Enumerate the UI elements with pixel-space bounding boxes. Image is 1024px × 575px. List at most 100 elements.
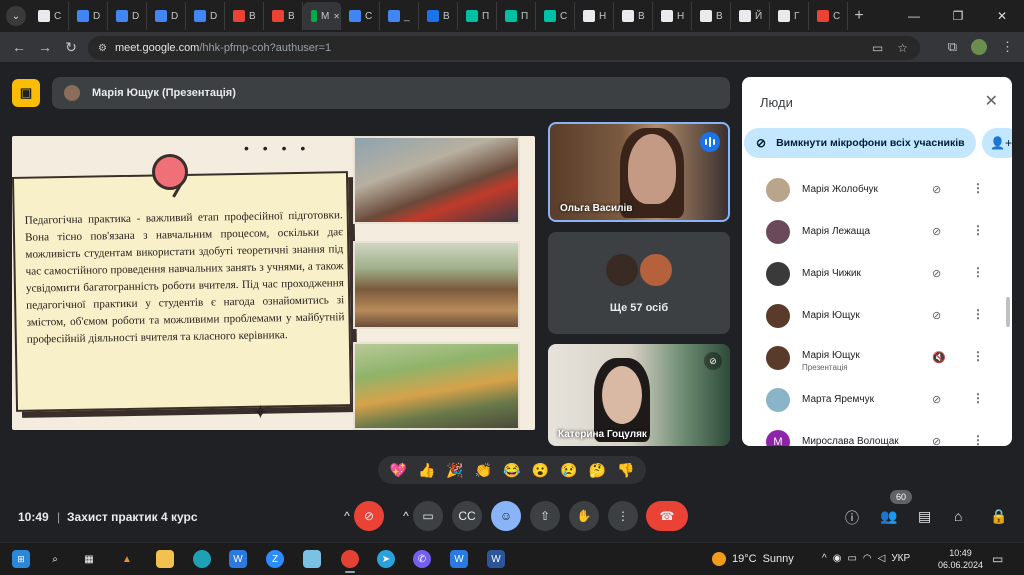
browser-tab[interactable]: П: [458, 2, 497, 30]
browser-tab[interactable]: С: [341, 2, 380, 30]
browser-tab[interactable]: С: [536, 2, 575, 30]
leave-call-button[interactable]: ☎: [646, 501, 688, 531]
browser-tab[interactable]: В: [264, 2, 303, 30]
reaction-emoji[interactable]: 🤔: [589, 462, 606, 479]
mic-off-icon[interactable]: ⊘: [932, 183, 941, 196]
browser-tab[interactable]: D: [186, 2, 225, 30]
browser-tab[interactable]: П: [497, 2, 536, 30]
panel-scrollbar[interactable]: [1006, 297, 1010, 327]
app-icon[interactable]: [303, 550, 321, 568]
forward-button[interactable]: →: [32, 39, 58, 55]
camera-icon[interactable]: ▭: [872, 41, 883, 55]
browser-tab[interactable]: _: [380, 2, 419, 30]
presentation-icon[interactable]: ▣: [12, 79, 40, 107]
url-bar[interactable]: ⚙ meet.google.com /hhk-pfmp-coh?authuser…: [88, 36, 920, 60]
profile-avatar[interactable]: [971, 39, 987, 55]
browser-tab[interactable]: М ✕: [303, 2, 341, 30]
reactions-button[interactable]: ☺: [491, 501, 521, 531]
minimize-button[interactable]: —: [892, 0, 936, 32]
app-w-icon[interactable]: W: [229, 550, 247, 568]
mute-all-button[interactable]: ⊘ Вимкнути мікрофони всіх учасників: [744, 128, 976, 158]
browser-tab[interactable]: D: [108, 2, 147, 30]
start-icon[interactable]: ⊞: [12, 550, 30, 568]
browser-tab[interactable]: В: [614, 2, 653, 30]
telegram-icon[interactable]: ➤: [377, 550, 395, 568]
mic-off-icon[interactable]: ⊘: [932, 435, 941, 446]
participant-row[interactable]: Марія Чижик ⊘ ⋮: [742, 253, 1012, 295]
notifications-icon[interactable]: ▭: [992, 552, 1003, 566]
tab-search-button[interactable]: ⌄: [6, 6, 26, 26]
browser-tab[interactable]: D: [147, 2, 186, 30]
info-icon[interactable]: ⓘ: [845, 508, 859, 528]
mic-off-icon[interactable]: ⊘: [932, 225, 941, 238]
more-vert-icon[interactable]: ⋮: [972, 265, 984, 279]
tray-chevron-icon[interactable]: ^: [822, 553, 827, 564]
more-vert-icon[interactable]: ⋮: [972, 307, 984, 321]
participant-row[interactable]: Марія Ющук Презентація 🔇 ⋮: [742, 337, 1012, 379]
edge-icon[interactable]: [193, 550, 211, 568]
vlc-icon[interactable]: ▲: [118, 550, 136, 568]
participant-tile-third[interactable]: ⊘ Катерина Гоцуляк: [548, 344, 730, 446]
camera-button[interactable]: ▭: [413, 501, 443, 531]
back-button[interactable]: ←: [6, 39, 32, 55]
chat-icon[interactable]: ▤: [918, 508, 931, 525]
browser-tab[interactable]: Й: [731, 2, 770, 30]
weather-widget[interactable]: 19°C Sunny: [712, 552, 794, 566]
search-icon[interactable]: ⌕: [46, 550, 64, 568]
more-vert-icon[interactable]: ⋮: [972, 433, 984, 446]
language-indicator[interactable]: УКР: [891, 553, 910, 564]
close-icon[interactable]: ✕: [985, 91, 998, 111]
more-vert-icon[interactable]: ⋮: [972, 349, 984, 363]
more-vert-icon[interactable]: ⋮: [972, 391, 984, 405]
mic-off-icon[interactable]: ⊘: [932, 393, 941, 406]
participant-row[interactable]: M Мирослава Волощак ⊘ ⋮: [742, 421, 1012, 446]
task-view-icon[interactable]: ▦: [80, 550, 98, 568]
word-icon[interactable]: W: [487, 550, 505, 568]
browser-tab[interactable]: В: [225, 2, 264, 30]
participant-tile-speaker[interactable]: Ольга Василів: [548, 122, 730, 222]
restore-button[interactable]: ❐: [936, 0, 980, 32]
more-options-button[interactable]: ⋮: [608, 501, 638, 531]
site-info-icon[interactable]: ⚙: [98, 43, 107, 54]
reaction-emoji[interactable]: 🎉: [446, 462, 463, 479]
participant-row[interactable]: Марія Ющук ⊘ ⋮: [742, 295, 1012, 337]
participant-row[interactable]: Марія Жолобчук ⊘ ⋮: [742, 169, 1012, 211]
present-button[interactable]: ⇧: [530, 501, 560, 531]
browser-menu-icon[interactable]: ⋮: [1001, 39, 1014, 55]
microphone-button[interactable]: ⊘: [354, 501, 384, 531]
close-tab-icon[interactable]: ✕: [333, 12, 340, 21]
zoom-icon[interactable]: Z: [266, 550, 284, 568]
participant-tile-more[interactable]: Ще 57 осіб: [548, 232, 730, 334]
reaction-emoji[interactable]: 😂: [503, 462, 520, 479]
browser-tab[interactable]: С: [809, 2, 848, 30]
host-controls-icon[interactable]: 🔒: [990, 508, 1007, 525]
browser-tab[interactable]: С: [30, 2, 69, 30]
add-people-button[interactable]: 👤+: [982, 128, 1012, 158]
reload-button[interactable]: ↻: [58, 39, 84, 56]
battery-icon[interactable]: ▭: [847, 553, 856, 564]
activities-icon[interactable]: ⌂: [954, 508, 962, 524]
more-vert-icon[interactable]: ⋮: [972, 181, 984, 195]
browser-tab[interactable]: В: [419, 2, 458, 30]
reaction-emoji[interactable]: 👍: [418, 462, 435, 479]
raise-hand-button[interactable]: ✋: [569, 501, 599, 531]
browser-tab[interactable]: D: [69, 2, 108, 30]
browser-tab[interactable]: Н: [575, 2, 614, 30]
reaction-emoji[interactable]: 👎: [617, 462, 634, 479]
people-icon[interactable]: 👥: [880, 508, 897, 525]
new-tab-button[interactable]: +: [848, 7, 870, 25]
browser-tab[interactable]: В: [692, 2, 731, 30]
wifi-icon[interactable]: ◠: [863, 553, 872, 564]
reaction-emoji[interactable]: 😢: [560, 462, 577, 479]
viber-icon[interactable]: ✆: [413, 550, 431, 568]
participant-row[interactable]: Марта Яремчук ⊘ ⋮: [742, 379, 1012, 421]
tray-app-icon[interactable]: ◉: [833, 553, 842, 564]
extensions-icon[interactable]: ⧉: [948, 39, 957, 55]
app-w2-icon[interactable]: W: [450, 550, 468, 568]
mic-off-icon[interactable]: ⊘: [932, 267, 941, 280]
participant-row[interactable]: Марія Лежаща ⊘ ⋮: [742, 211, 1012, 253]
volume-icon[interactable]: ◁: [878, 553, 886, 564]
reaction-emoji[interactable]: 😮: [532, 462, 549, 479]
reaction-emoji[interactable]: 👏: [475, 462, 492, 479]
more-vert-icon[interactable]: ⋮: [972, 223, 984, 237]
